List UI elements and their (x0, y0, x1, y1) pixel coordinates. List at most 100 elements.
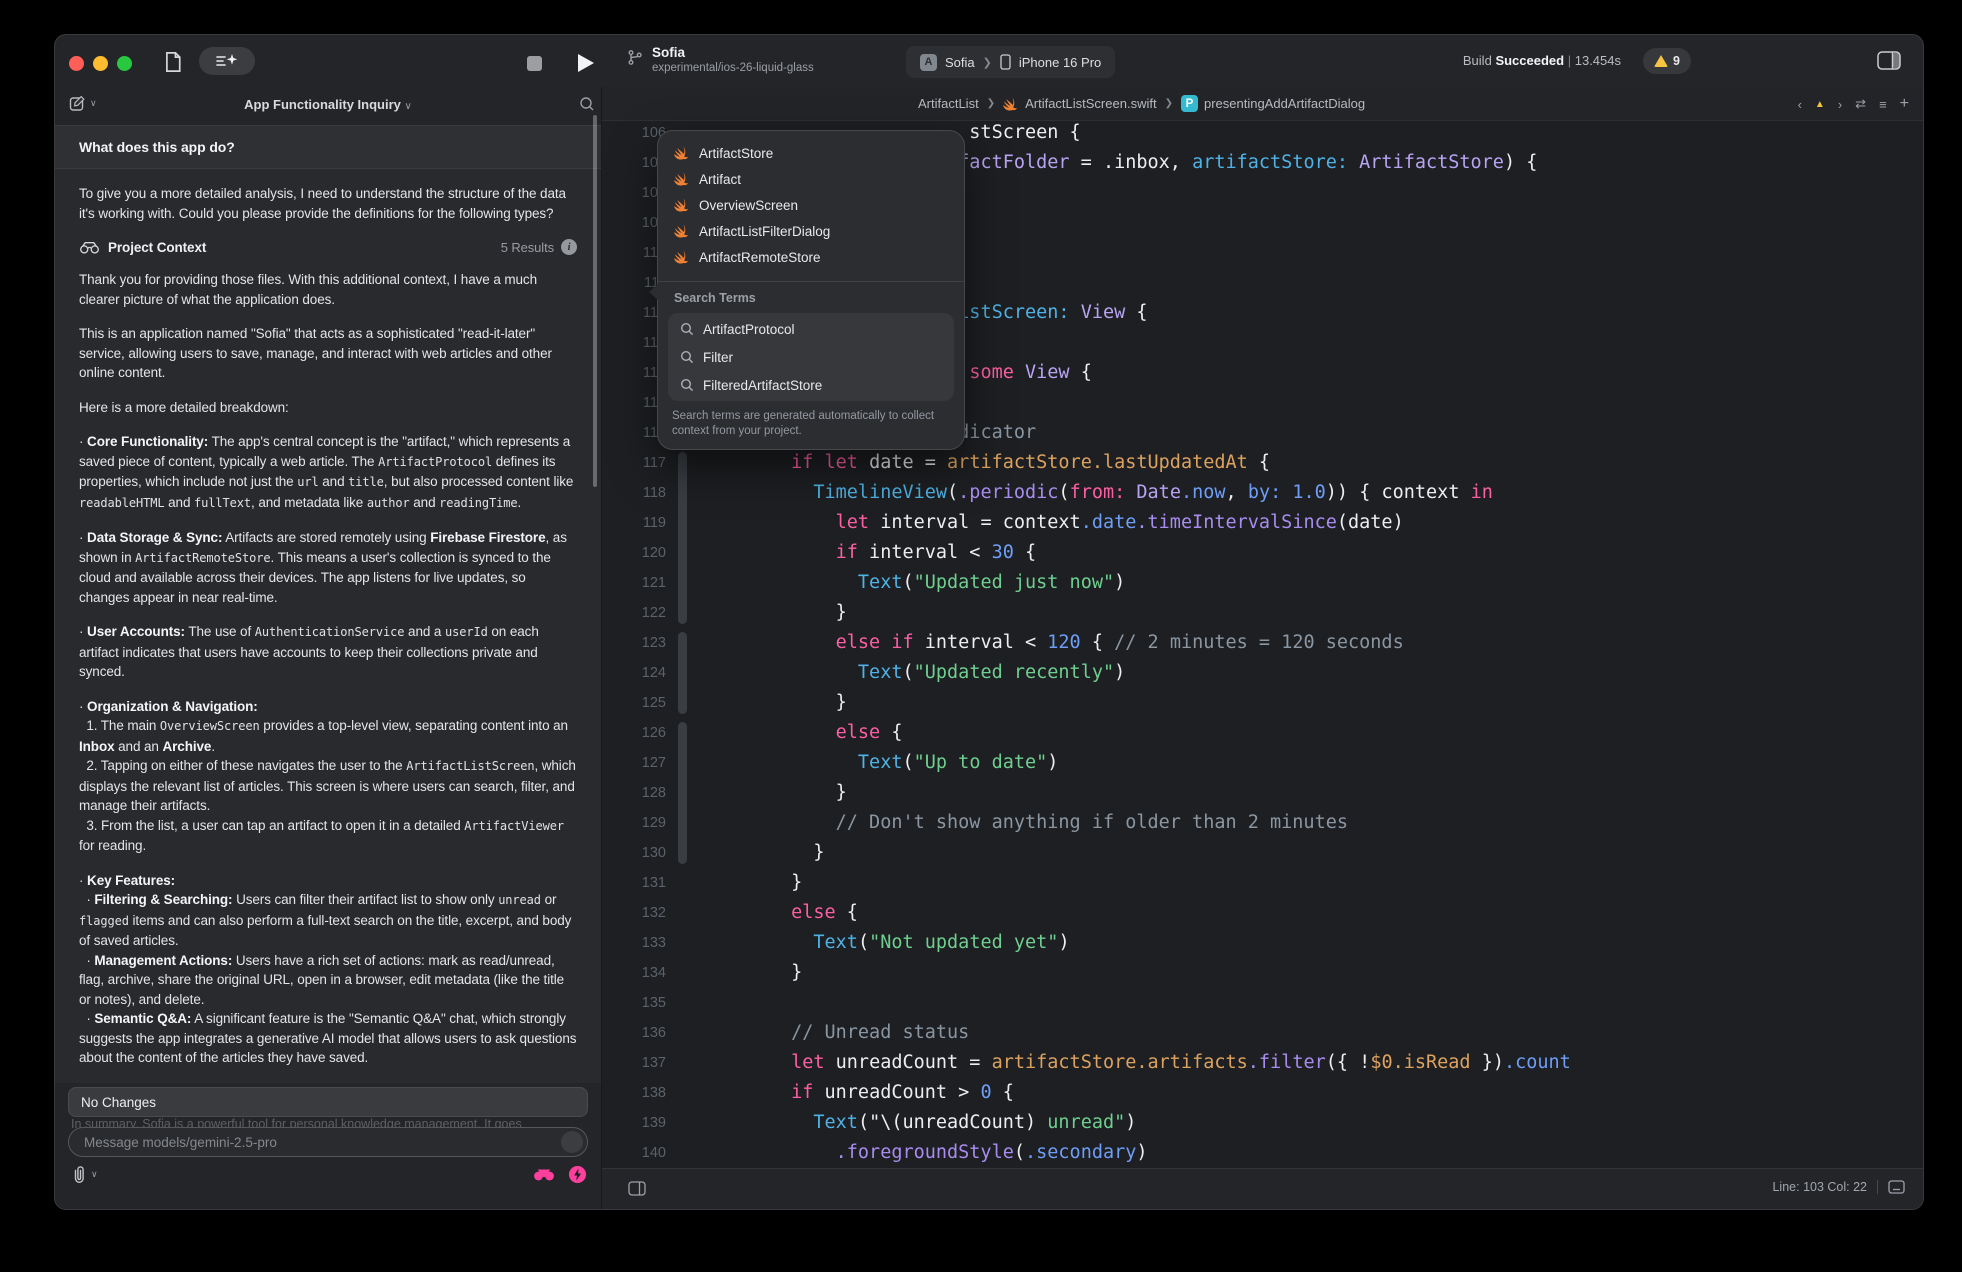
popover-arrow (649, 283, 659, 301)
search-term-item[interactable]: ArtifactProtocol (668, 315, 954, 343)
source-control-summary[interactable]: Sofia experimental/ios-26-liquid-glass (627, 45, 814, 76)
ai-sparkle-icon (214, 52, 240, 70)
keyboard-icon[interactable] (1888, 1180, 1905, 1194)
code-line: 123else if interval < 120 { // 2 minutes… (602, 628, 1923, 658)
code-line: 119 let interval = context.date.timeInter… (602, 508, 1923, 538)
search-terms-group: ArtifactProtocolFilterFilteredArtifactSt… (668, 313, 954, 401)
line-number: 133 (602, 928, 666, 958)
code-line: 125} (602, 688, 1923, 718)
code-text: Text("Not updated yet") (702, 928, 1923, 958)
no-changes-button[interactable]: No Changes (68, 1087, 588, 1117)
line-number: 126 (602, 718, 666, 748)
project-name: Sofia (652, 45, 814, 61)
message-paragraph: Thank you for providing those files. Wit… (79, 270, 577, 309)
xcode-window: Sofia experimental/ios-26-liquid-glass A… (54, 34, 1924, 1210)
context-file-list: ArtifactStore Artifact OverviewScreen Artif… (658, 131, 964, 270)
code-text: let unreadCount = artifactStore.artifact… (702, 1048, 1923, 1078)
context-results: 5 Resultsi (501, 239, 577, 255)
line-number: 136 (602, 1018, 666, 1048)
line-number: 135 (602, 988, 666, 1018)
code-text: let interval = context.date.timeInterval… (702, 508, 1923, 538)
attachment-button[interactable]: ∨ (71, 1165, 98, 1184)
context-file-item[interactable]: ArtifactListFilterDialog (658, 218, 964, 244)
code-text: .foregroundStyle(.secondary) (702, 1138, 1923, 1168)
context-file-item[interactable]: OverviewScreen (658, 192, 964, 218)
line-number: 134 (602, 958, 666, 988)
chevron-right-icon: ❯ (983, 56, 992, 69)
deep-search-icon[interactable] (533, 1167, 555, 1182)
chat-footer: No Changes In summary, Sofia is a powerf… (55, 1083, 601, 1209)
user-question: What does this app do? (55, 125, 601, 169)
run-button[interactable] (578, 54, 594, 72)
conversation-title: App Functionality Inquiry (244, 97, 401, 112)
document-icon[interactable] (163, 51, 183, 73)
code-line: 124Text("Updated recently") (602, 658, 1923, 688)
context-file-item[interactable]: Artifact (658, 166, 964, 192)
context-file-item[interactable]: ArtifactStore (658, 140, 964, 166)
context-file-name: Artifact (699, 172, 741, 187)
line-number: 129 (602, 808, 666, 838)
code-line: 128} (602, 778, 1923, 808)
activity-status[interactable]: Build Succeeded | 13.454s (1463, 53, 1621, 68)
minimize-button[interactable] (93, 56, 108, 71)
zoom-button[interactable] (117, 56, 132, 71)
message-paragraph: · User Accounts: The use of Authenticati… (79, 622, 577, 682)
line-number: 121 (602, 568, 666, 598)
chat-scrollbar[interactable] (593, 115, 597, 487)
code-line: 126else { (602, 718, 1923, 748)
code-text: Text("\(unreadCount) unread") (702, 1108, 1923, 1138)
title-bar: Sofia experimental/ios-26-liquid-glass A… (55, 35, 1923, 87)
code-text: // Don't show anything if older than 2 m… (702, 808, 1923, 838)
code-line: 129 // Don't show anything if older than … (602, 808, 1923, 838)
code-text: else if interval < 120 { // 2 minutes = … (702, 628, 1923, 658)
code-line: 121Text("Updated just now") (602, 568, 1923, 598)
search-icon (680, 322, 694, 336)
message-input[interactable] (68, 1127, 588, 1157)
search-terms-title: Search Terms (674, 291, 756, 305)
send-button[interactable] (561, 1131, 583, 1153)
ai-assistant-button[interactable] (199, 47, 255, 75)
code-fold-ribbon[interactable] (678, 722, 687, 864)
code-fold-ribbon[interactable] (678, 452, 687, 624)
power-mode-icon[interactable] (568, 1165, 587, 1184)
line-number: 119 (602, 508, 666, 538)
context-file-name: ArtifactListFilterDialog (699, 224, 830, 239)
search-term-item[interactable]: Filter (668, 343, 954, 371)
close-button[interactable] (69, 56, 84, 71)
build-result: Succeeded (1495, 53, 1564, 68)
history-icon[interactable] (579, 96, 595, 112)
stop-button[interactable] (527, 56, 542, 71)
line-number: 124 (602, 658, 666, 688)
scheme-destination-selector[interactable]: A Sofia ❯ iPhone 16 Pro (906, 46, 1115, 78)
assistant-panel: ∨ App Functionality Inquiry ∨ What does … (55, 87, 601, 1209)
code-line: 130} (602, 838, 1923, 868)
conversation-title-menu[interactable]: App Functionality Inquiry ∨ (55, 97, 601, 112)
editor-settings-icon[interactable] (628, 1181, 646, 1196)
line-number: 122 (602, 598, 666, 628)
code-line: 131} (602, 868, 1923, 898)
context-file-name: ArtifactRemoteStore (699, 250, 821, 265)
context-file-name: OverviewScreen (699, 198, 798, 213)
inspector-toggle-icon[interactable] (1877, 51, 1901, 70)
warning-icon (1654, 55, 1668, 67)
message-paragraph: This is an application named "Sofia" tha… (79, 324, 577, 383)
warnings-badge[interactable]: 9 (1643, 48, 1691, 74)
chat-transcript[interactable]: What does this app do?To give you a more… (55, 125, 601, 1083)
code-fold-ribbon[interactable] (678, 632, 687, 714)
info-icon[interactable]: i (561, 239, 577, 255)
code-line: 127Text("Up to date") (602, 748, 1923, 778)
context-file-item[interactable]: ArtifactRemoteStore (658, 244, 964, 270)
code-line: 140.foregroundStyle(.secondary) (602, 1138, 1923, 1168)
message-paragraph: · Organization & Navigation: (79, 697, 577, 717)
search-icon (680, 378, 694, 392)
code-text: TimelineView(.periodic(from: Date.now, b… (702, 478, 1923, 508)
code-text: if let date = artifactStore.lastUpdatedA… (702, 448, 1923, 478)
line-number: 139 (602, 1108, 666, 1138)
code-line: 132else { (602, 898, 1923, 928)
search-term-item[interactable]: FilteredArtifactStore (668, 371, 954, 399)
code-text: if unreadCount > 0 { (702, 1078, 1923, 1108)
project-context-row[interactable]: Project Context5 Resultsi (79, 239, 577, 255)
message-paragraph: 2. Tapping on either of these navigates … (79, 756, 577, 816)
message-paragraph: Here is a more detailed breakdown: (79, 398, 577, 418)
code-text: // Unread status (702, 1018, 1923, 1048)
